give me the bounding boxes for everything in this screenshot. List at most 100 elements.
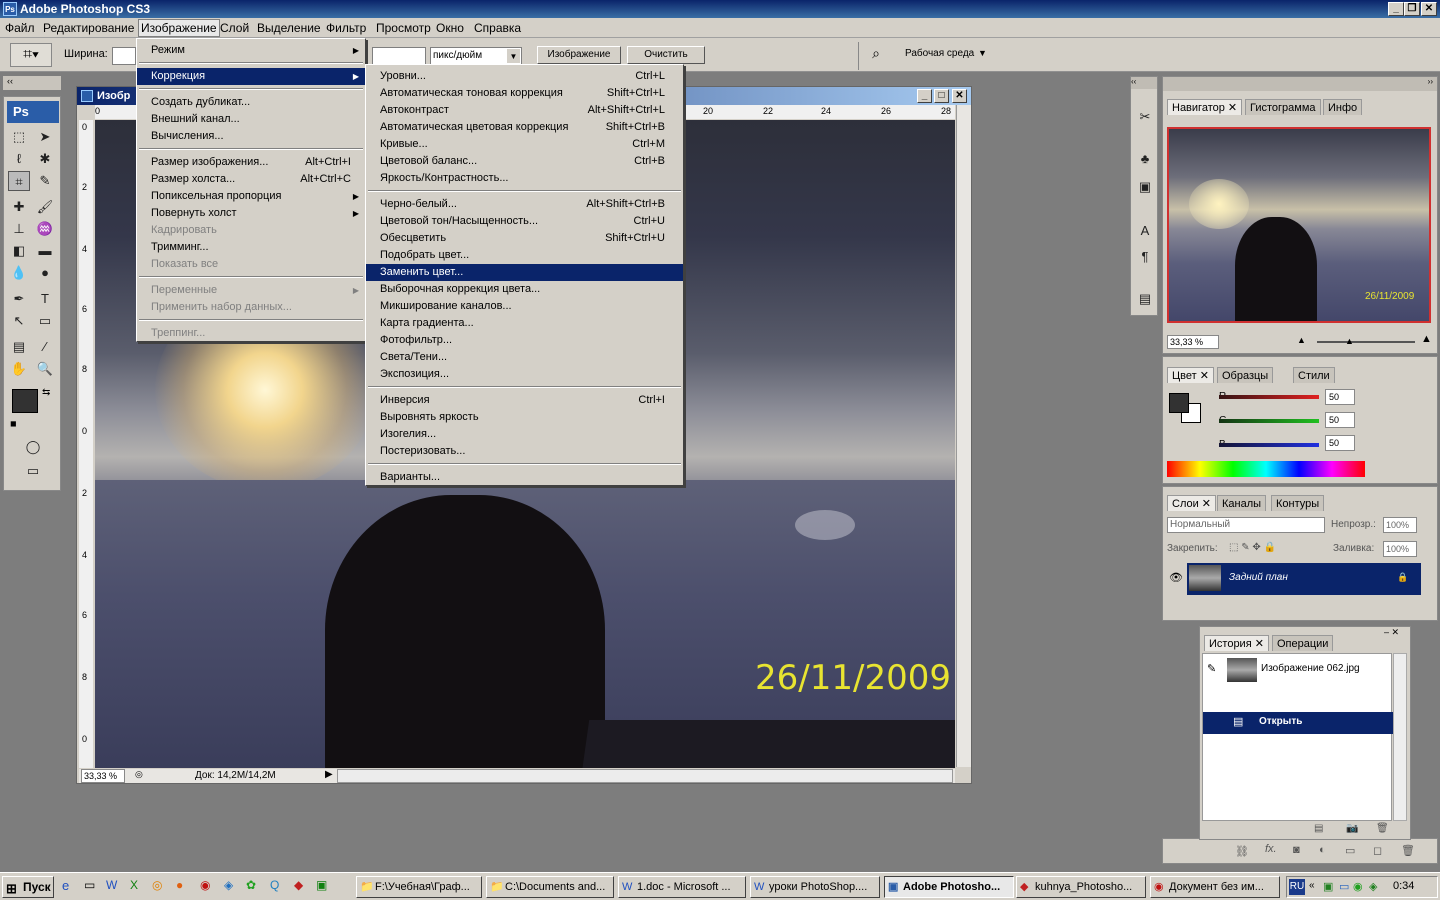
image-menu-item[interactable]: Попиксельная пропорция ▶ (137, 188, 365, 205)
menu-view[interactable]: Просмотр (376, 21, 431, 35)
menu-layer[interactable]: Слой (220, 21, 249, 35)
zoom-tool-icon[interactable]: 🔍 (34, 359, 56, 379)
pen-tool-icon[interactable]: ✒ (8, 289, 30, 309)
adjustments-menu-item[interactable]: Уровни... Ctrl+L (366, 68, 683, 85)
crop-tool-preset-icon[interactable]: ⌗▾ (10, 43, 52, 67)
adjustments-menu-item[interactable]: Экспозиция... (366, 366, 683, 383)
color-spectrum-bar[interactable] (1167, 461, 1365, 477)
adjustments-menu-item[interactable]: Цветовой тон/Насыщенность... Ctrl+U (366, 213, 683, 230)
character-icon[interactable]: A (1134, 221, 1156, 241)
image-menu-item[interactable]: Коррекция ▶ (137, 68, 365, 85)
units-select[interactable]: пикс/дюйм ▼ (430, 47, 522, 65)
lock-icons[interactable]: ⬚ ✎ ✥ 🔒 (1229, 542, 1276, 553)
menu-filter[interactable]: Фильтр (326, 21, 366, 35)
channel-b-slider[interactable] (1219, 443, 1319, 447)
adjustments-menu-item[interactable]: Автоконтраст Alt+Shift+Ctrl+L (366, 102, 683, 119)
desktop-icon[interactable]: ▭ (84, 878, 95, 892)
quick-mask-icon[interactable]: ◯ (22, 437, 44, 457)
adjustments-menu-item[interactable]: Автоматическая тоновая коррекция Shift+Ct… (366, 85, 683, 102)
image-menu-item[interactable]: Размер изображения... Alt+Ctrl+I (137, 154, 365, 171)
adjustments-menu-item[interactable]: Варианты... (366, 469, 683, 486)
adjustments-menu-item[interactable]: Яркость/Контрастность... (366, 170, 683, 187)
crop-tool-icon[interactable]: ⌗ (8, 171, 30, 191)
task-folder-1[interactable]: 📁 F:\Учебная\Граф... (356, 876, 482, 898)
navigator-zoom-field[interactable]: 33,33 % (1167, 335, 1219, 349)
shape-tool-icon[interactable]: ▭ (34, 311, 56, 331)
adjustments-menu-item[interactable]: Инверсия Ctrl+I (366, 392, 683, 409)
menu-edit[interactable]: Редактирование (43, 21, 134, 35)
dock-collapse-icon[interactable]: ‹‹ (1131, 77, 1157, 89)
menu-select[interactable]: Выделение (257, 21, 321, 35)
notes-tool-icon[interactable]: ▤ (8, 337, 30, 357)
history-brush-icon[interactable]: ♒ (34, 219, 56, 239)
image-menu-item[interactable]: Режим ▶ (137, 42, 365, 59)
tab-info[interactable]: Инфо (1323, 99, 1363, 115)
doc-maximize-button[interactable]: □ (934, 89, 949, 103)
adjustments-menu-item[interactable]: Черно-белый... Alt+Shift+Ctrl+B (366, 196, 683, 213)
layer-row[interactable]: Задний план 🔒 (1187, 563, 1421, 595)
tray-icq-icon[interactable]: ◉ (1353, 880, 1363, 893)
adjustments-menu-item[interactable]: Выборочная коррекция цвета... (366, 281, 683, 298)
magic-wand-tool-icon[interactable]: ✱ (34, 149, 56, 169)
resolution-field[interactable] (372, 47, 426, 65)
gradient-tool-icon[interactable]: ▬ (34, 241, 56, 261)
foreground-color-swatch[interactable] (12, 389, 38, 413)
dodge-tool-icon[interactable]: ● (34, 263, 56, 283)
file-browser-icon[interactable]: ⌕ (865, 45, 887, 65)
channel-g-slider[interactable] (1219, 419, 1319, 423)
move-tool-icon[interactable]: ➤ (34, 127, 56, 147)
adjustments-menu-item[interactable]: Заменить цвет... (366, 264, 683, 281)
adjustments-menu-item[interactable]: Кривые... Ctrl+M (366, 136, 683, 153)
zoom-slider-thumb[interactable]: ▲ (1345, 336, 1354, 346)
navigator-thumbnail[interactable]: 26/11/2009 (1167, 127, 1431, 323)
zoom-field[interactable]: 33,33 % (81, 769, 125, 783)
history-step[interactable]: ▤ Открыть (1203, 712, 1393, 734)
task-pdf[interactable]: ◆ kuhnya_Photosho... (1016, 876, 1146, 898)
channel-r-slider[interactable] (1219, 395, 1319, 399)
channel-g-field[interactable]: 50 (1325, 412, 1355, 428)
new-document-from-state-icon[interactable]: ▤ (1314, 823, 1323, 834)
close-button[interactable]: ✕ (1421, 2, 1437, 16)
image-menu-item[interactable]: Внешний канал... (137, 111, 365, 128)
color-fg-swatch[interactable] (1169, 393, 1189, 413)
eraser-tool-icon[interactable]: ◧ (8, 241, 30, 261)
tab-histogram[interactable]: Гистограмма (1245, 99, 1321, 115)
task-word-doc[interactable]: W 1.doc - Microsoft ... (618, 876, 746, 898)
history-brush-source-icon[interactable]: ✎ (1207, 662, 1216, 675)
tray-network-icon[interactable]: ▣ (1323, 880, 1333, 893)
opacity-field[interactable]: 100% (1383, 517, 1417, 533)
history-scrollbar[interactable] (1393, 653, 1407, 821)
opera-icon[interactable]: ◉ (200, 878, 210, 892)
ps-logo-icon[interactable]: Ps (7, 101, 59, 123)
adjustments-menu-item[interactable]: Выровнять яркость (366, 409, 683, 426)
snapshot-name[interactable]: Изображение 062.jpg (1261, 663, 1360, 674)
clone-source-icon[interactable]: ▣ (1134, 177, 1156, 197)
menu-image[interactable]: Изображение (138, 19, 220, 37)
tab-navigator[interactable]: Навигатор ✕ (1167, 99, 1243, 115)
delete-state-icon[interactable]: 🗑 (1376, 823, 1389, 834)
project-icon[interactable]: ▣ (316, 878, 327, 892)
adjustments-menu-item[interactable]: Цветовой баланс... Ctrl+B (366, 153, 683, 170)
tab-actions[interactable]: Операции (1272, 635, 1334, 651)
eye-icon[interactable]: 👁 (1165, 563, 1187, 593)
image-menu-item[interactable]: Вычисления... (137, 128, 365, 145)
brushes-icon[interactable]: ♣ (1134, 149, 1156, 169)
tool-presets-icon[interactable]: ✂ (1134, 107, 1156, 127)
adjustments-menu-item[interactable]: Постеризовать... (366, 443, 683, 460)
panel-header[interactable]: ›› (1163, 77, 1437, 91)
clear-button[interactable]: Очистить (627, 46, 705, 64)
width-field[interactable] (112, 47, 136, 65)
menu-window[interactable]: Окно (436, 21, 464, 35)
lasso-tool-icon[interactable]: ℓ (8, 149, 30, 169)
doc-minimize-button[interactable]: _ (917, 89, 932, 103)
start-button[interactable]: ⊞ Пуск (2, 876, 54, 898)
workspace-dropdown-icon[interactable]: ▼ (978, 48, 987, 58)
blur-tool-icon[interactable]: 💧 (8, 263, 30, 283)
tray-monitor-icon[interactable]: ▭ (1339, 880, 1349, 893)
channel-r-field[interactable]: 50 (1325, 389, 1355, 405)
slice-tool-icon[interactable]: ✎ (34, 171, 56, 191)
doc-close-button[interactable]: ✕ (952, 89, 967, 103)
status-menu-arrow-icon[interactable]: ▶ (325, 769, 333, 780)
task-photoshop[interactable]: ▣ Adobe Photosho... (884, 876, 1014, 898)
adjustments-menu-item[interactable]: Микширование каналов... (366, 298, 683, 315)
